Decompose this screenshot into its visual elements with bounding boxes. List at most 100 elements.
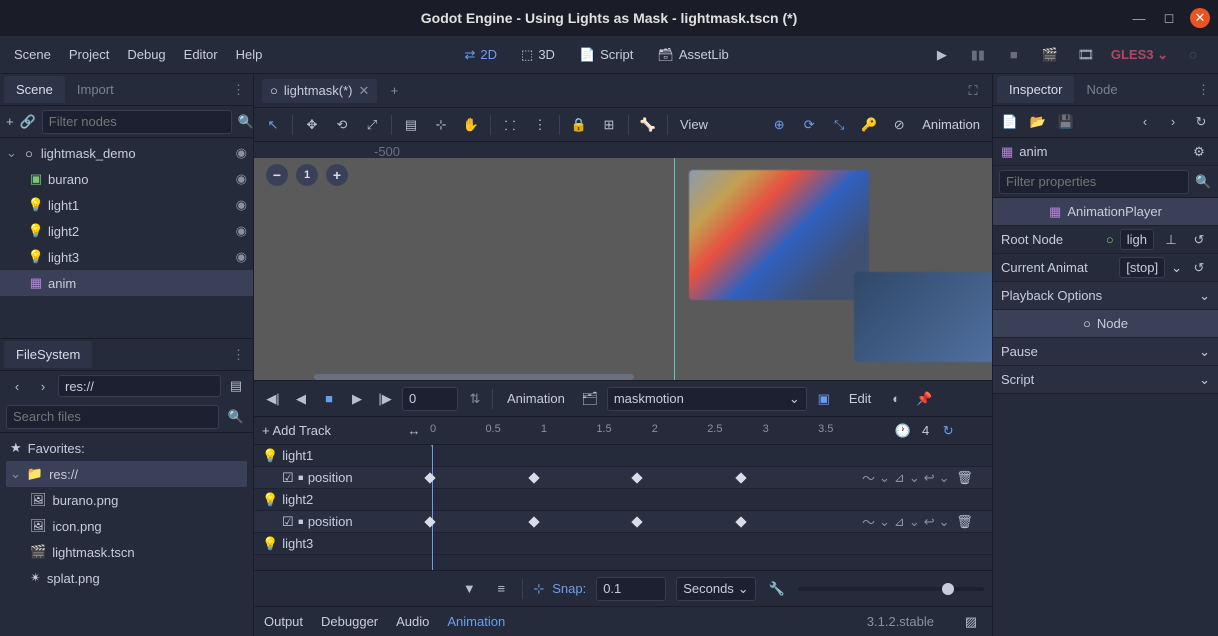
- stop-project-button[interactable]: ■: [1003, 44, 1025, 66]
- renderer-selector[interactable]: GLES3 ⌄: [1111, 47, 1168, 63]
- filesystem-panel-menu[interactable]: ⋮: [228, 343, 249, 367]
- keyframe[interactable]: [632, 472, 643, 483]
- interp-icon[interactable]: 〜: [862, 512, 875, 531]
- assign-icon[interactable]: ⊥: [1160, 229, 1182, 251]
- inspector-panel-menu[interactable]: ⋮: [1193, 78, 1214, 102]
- tab-import[interactable]: Import: [65, 76, 126, 103]
- rotate-tool[interactable]: ⟲: [331, 114, 353, 136]
- history-back-button[interactable]: ‹: [1134, 111, 1156, 133]
- pin-button[interactable]: 📌: [913, 388, 935, 410]
- new-tab-button[interactable]: +: [383, 80, 405, 102]
- group-button[interactable]: ⊞: [598, 114, 620, 136]
- animation-selector[interactable]: maskmotion ⌄: [607, 387, 807, 411]
- nav-back-button[interactable]: ‹: [6, 375, 28, 397]
- scene-panel-menu[interactable]: ⋮: [228, 78, 249, 102]
- visibility-toggle[interactable]: ◉: [236, 197, 247, 213]
- close-tab-button[interactable]: ✕: [358, 83, 369, 99]
- zoom-in-button[interactable]: +: [326, 164, 348, 186]
- category-playback[interactable]: Playback Options⌄: [993, 282, 1218, 310]
- filesystem-tree[interactable]: ★Favorites: ⌄📁res:// 🖼burano.png 🖼icon.p…: [0, 433, 253, 606]
- class-header-node[interactable]: ○ Node: [993, 310, 1218, 338]
- bottom-tab-debugger[interactable]: Debugger: [321, 614, 378, 629]
- tab-filesystem[interactable]: FileSystem: [4, 341, 92, 368]
- animation-tool-icon[interactable]: 🗂: [579, 388, 601, 410]
- keyframe[interactable]: [632, 516, 643, 527]
- tab-scene[interactable]: Scene: [4, 76, 65, 103]
- property-current-anim[interactable]: Current Animat [stop] ⌄ ↺: [993, 254, 1218, 282]
- sprite-preview[interactable]: [689, 170, 869, 300]
- delete-track-button[interactable]: 🗑: [954, 467, 976, 489]
- timeline-ruler[interactable]: 0 0.5 1 1.5 2 2.5 3 3.5: [430, 417, 892, 444]
- wrap-icon[interactable]: ⊿: [894, 514, 905, 530]
- mode-script[interactable]: 📄 Script: [573, 43, 639, 67]
- pivot-tool[interactable]: ⊹: [430, 114, 452, 136]
- checkbox-icon[interactable]: ☑: [282, 514, 294, 530]
- scene-tree[interactable]: ⌄○ lightmask_demo ◉ ▣ burano ◉ 💡 light1 …: [0, 138, 253, 338]
- view-menu[interactable]: View: [676, 117, 712, 132]
- snap-toggle[interactable]: ⊹: [533, 581, 544, 597]
- load-resource-button[interactable]: 📂: [1027, 111, 1049, 133]
- play-backwards-end-button[interactable]: ◀|: [262, 388, 284, 410]
- search-icon[interactable]: 🔍: [238, 111, 254, 133]
- play-backwards-button[interactable]: ◀: [290, 388, 312, 410]
- key-auto-button[interactable]: ⊘: [888, 114, 910, 136]
- add-node-button[interactable]: +: [6, 111, 14, 133]
- play-button[interactable]: ▶: [346, 388, 368, 410]
- mode-assetlib[interactable]: 🗃 AssetLib: [651, 43, 734, 67]
- key-scale-button[interactable]: ⤡: [828, 114, 850, 136]
- group-tracks-button[interactable]: ≡: [490, 578, 512, 600]
- position-field[interactable]: [402, 387, 458, 411]
- path-field[interactable]: res://: [58, 375, 221, 397]
- edit-menu[interactable]: Edit: [841, 389, 879, 408]
- key-rot-button[interactable]: ⟳: [798, 114, 820, 136]
- play-project-button[interactable]: ▶: [931, 44, 953, 66]
- zoom-fit-icon[interactable]: 🔧: [766, 578, 788, 600]
- bottom-tab-output[interactable]: Output: [264, 614, 303, 629]
- zoom-out-button[interactable]: −: [266, 164, 288, 186]
- pan-tool[interactable]: ✋: [460, 114, 482, 136]
- scene-tab[interactable]: ○ lightmask(*) ✕: [262, 79, 377, 103]
- tree-node-anim[interactable]: ▦ anim: [0, 270, 253, 296]
- track-header[interactable]: 💡light3: [254, 533, 992, 555]
- horizontal-scrollbar[interactable]: [314, 374, 634, 380]
- ruler-tool[interactable]: ⸬: [499, 114, 521, 136]
- filter-nodes-input[interactable]: [42, 110, 232, 134]
- play-end-button[interactable]: |▶: [374, 388, 396, 410]
- revert-icon[interactable]: ↺: [1188, 229, 1210, 251]
- filter-properties-input[interactable]: [999, 170, 1189, 194]
- tab-node[interactable]: Node: [1074, 76, 1129, 103]
- new-resource-button[interactable]: 📄: [999, 111, 1021, 133]
- interp-icon[interactable]: 〜: [862, 468, 875, 487]
- distraction-free-button[interactable]: ⛶: [962, 80, 984, 102]
- keyframe[interactable]: [735, 516, 746, 527]
- nav-forward-button[interactable]: ›: [32, 375, 54, 397]
- track-property[interactable]: ☑◆position 〜⌄⊿⌄↩⌄🗑: [254, 511, 992, 533]
- snap-value-field[interactable]: [596, 577, 666, 601]
- track-header[interactable]: 💡light2: [254, 489, 992, 511]
- object-menu-button[interactable]: ⚙: [1188, 141, 1210, 163]
- snap-menu[interactable]: ⋮: [529, 114, 551, 136]
- track-header[interactable]: 💡light1: [254, 445, 992, 467]
- tree-node-sprite[interactable]: ▣ burano ◉: [0, 166, 253, 192]
- time-unit-selector[interactable]: Seconds⌄: [676, 577, 756, 601]
- save-resource-button[interactable]: 💾: [1055, 111, 1077, 133]
- category-script[interactable]: Script⌄: [993, 366, 1218, 394]
- visibility-toggle[interactable]: ◉: [236, 249, 247, 265]
- filter-tracks-button[interactable]: ▼: [458, 578, 480, 600]
- instance-scene-button[interactable]: 🔗: [20, 111, 36, 133]
- collapse-panel-button[interactable]: ▨: [960, 611, 982, 633]
- stop-button[interactable]: ■: [318, 388, 340, 410]
- file-row[interactable]: ✴splat.png: [6, 565, 247, 591]
- delete-track-button[interactable]: 🗑: [954, 511, 976, 533]
- tree-node-light[interactable]: 💡 light1 ◉: [0, 192, 253, 218]
- guide-line[interactable]: [674, 158, 675, 380]
- tab-inspector[interactable]: Inspector: [997, 76, 1074, 103]
- key-insert-button[interactable]: 🔑: [858, 114, 880, 136]
- play-custom-button[interactable]: 🎞: [1075, 44, 1097, 66]
- visibility-toggle[interactable]: ◉: [236, 223, 247, 239]
- keyframe[interactable]: [528, 472, 539, 483]
- menu-project[interactable]: Project: [69, 47, 109, 62]
- search-files-input[interactable]: [6, 405, 219, 429]
- search-icon[interactable]: 🔍: [225, 406, 247, 428]
- zoom-slider[interactable]: [798, 587, 984, 591]
